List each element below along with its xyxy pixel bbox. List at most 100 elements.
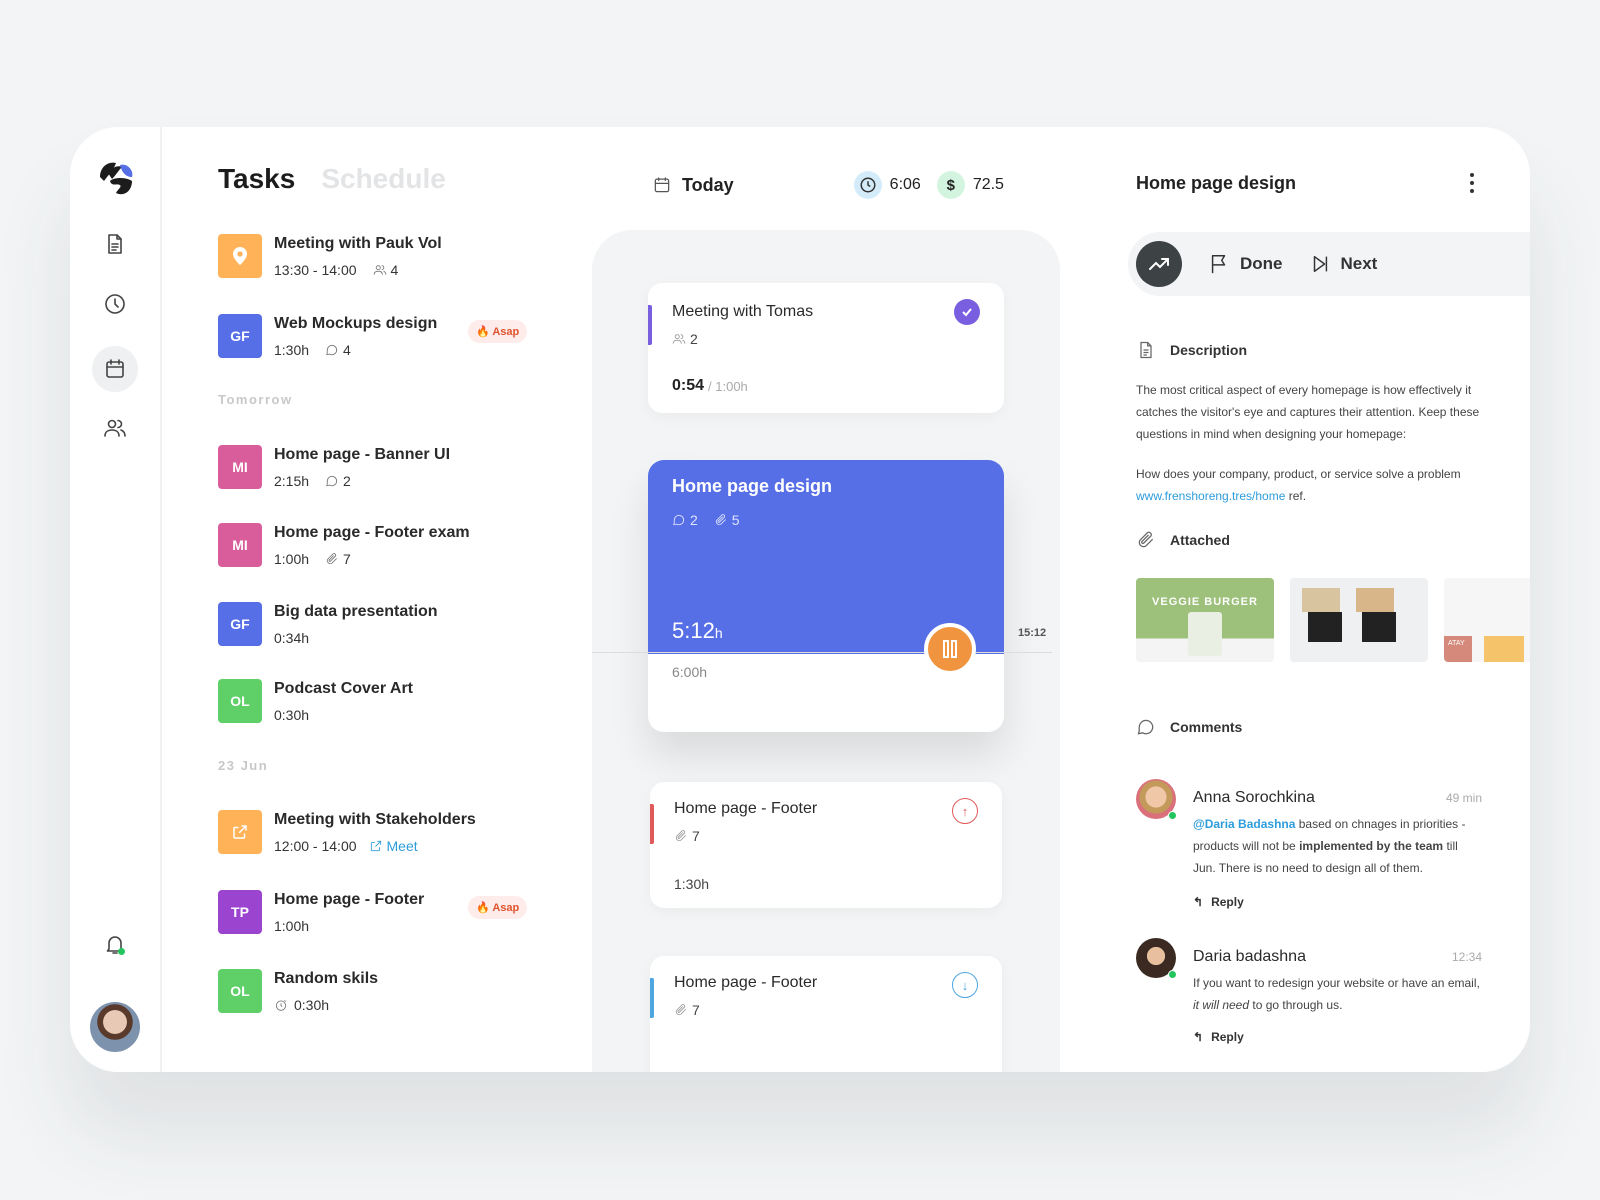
task-item[interactable]: MI Home page - Banner UI 2:15h 2 <box>218 445 538 489</box>
task-badge: OL <box>218 969 262 1013</box>
tab-schedule[interactable]: Schedule <box>321 163 445 195</box>
comment-count: 4 <box>343 342 351 358</box>
schedule-card[interactable]: Home page - Footer 7 ↓ <box>650 956 1002 1072</box>
task-badge: GF <box>218 602 262 646</box>
task-time: 12:00 - 14:00 <box>274 838 357 854</box>
meet-link[interactable]: Meet <box>369 838 418 854</box>
time-stat: 6:06 <box>853 171 921 199</box>
online-indicator <box>1168 811 1177 820</box>
mention-link[interactable]: @Daria Badashna <box>1193 817 1295 831</box>
user-avatar[interactable] <box>90 1002 140 1052</box>
tabs: Tasks Schedule <box>218 163 446 195</box>
elapsed-time: 0:54 <box>672 377 705 394</box>
task-title: Home page - Footer exam <box>274 524 470 541</box>
sidebar-nav <box>70 127 162 1072</box>
task-item[interactable]: GF Big data presentation 0:34h <box>218 602 538 646</box>
comment-icon <box>673 514 685 526</box>
card-accent <box>648 305 652 345</box>
pause-button[interactable] <box>924 623 976 675</box>
schedule-card[interactable]: Home page - Footer 7 1:30h ↑ <box>650 782 1002 908</box>
task-duration: 1:00h <box>274 918 310 934</box>
attachment-count: 7 <box>343 551 351 567</box>
schedule-card[interactable]: Meeting with Tomas 2 0:54/ 1:00h <box>648 283 1004 413</box>
paperclip-icon <box>326 553 338 565</box>
elapsed-time: 5:12h <box>672 618 723 643</box>
clock-icon <box>105 294 125 314</box>
card-duration: 1:30h <box>674 876 710 892</box>
reply-button[interactable]: ↰ Reply <box>1193 1030 1244 1044</box>
location-pin-icon <box>233 247 247 265</box>
description-text: The most critical aspect of every homepa… <box>1136 383 1480 503</box>
task-title: Meeting with Pauk Vol <box>274 235 442 252</box>
dollar-icon: $ <box>936 171 965 199</box>
description-header: Description <box>1136 340 1247 360</box>
comment-count: 2 <box>343 473 351 489</box>
today-button[interactable]: Today <box>652 175 734 196</box>
notifications-button[interactable] <box>92 921 138 967</box>
trend-button[interactable] <box>1136 241 1182 287</box>
asap-tag: 🔥 Asap <box>468 320 528 343</box>
next-button[interactable]: Next <box>1309 253 1377 275</box>
task-duration: 0:34h <box>274 630 310 646</box>
section-label-tomorrow: Tomorrow <box>218 392 293 407</box>
task-item[interactable]: TP Home page - Footer 1:00h 🔥 Asap <box>218 890 538 934</box>
document-icon <box>1140 341 1152 359</box>
comment-icon <box>1137 719 1154 735</box>
external-link-icon <box>233 825 247 839</box>
task-duration: 2:15h <box>274 473 310 489</box>
reply-button[interactable]: ↰ Reply <box>1193 895 1244 909</box>
task-badge: GF <box>218 314 262 358</box>
check-icon[interactable] <box>954 299 980 325</box>
current-time-label: 15:12 <box>1018 627 1047 639</box>
task-title: Home page - Footer <box>274 891 425 908</box>
attachment-thumbnail[interactable] <box>1290 578 1428 662</box>
task-item[interactable]: GF Web Mockups design 1:30h 4 🔥 Asap <box>218 314 538 358</box>
section-label-date: 23 Jun <box>218 758 269 773</box>
task-title: Podcast Cover Art <box>274 680 413 697</box>
document-icon <box>108 234 122 254</box>
timer-icon <box>275 1000 287 1011</box>
users-icon <box>373 265 386 275</box>
calendar-icon <box>654 177 670 193</box>
attachment-thumbnail[interactable]: VEGGIE BURGER <box>1136 578 1274 662</box>
description-link[interactable]: www.frenshoreng.tres/home <box>1136 489 1285 503</box>
comment-time: 12:34 <box>1451 950 1482 964</box>
comments-header: Comments <box>1136 717 1242 737</box>
users-icon <box>672 334 686 344</box>
pause-icon <box>943 640 957 658</box>
task-item[interactable]: Meeting with Pauk Vol 13:30 - 14:00 4 <box>218 234 538 278</box>
current-time-line <box>592 652 1052 653</box>
asap-tag: 🔥 Asap <box>468 896 528 919</box>
task-item[interactable]: MI Home page - Footer exam 1:00h 7 <box>218 523 538 567</box>
task-time: 13:30 - 14:00 <box>274 262 357 278</box>
logo-icon[interactable] <box>96 159 136 197</box>
priority-down-icon[interactable]: ↓ <box>952 972 978 998</box>
users-icon <box>104 419 126 437</box>
task-item[interactable]: OL Random skils 0:30h <box>218 969 538 1013</box>
tasks-panel: Tasks Schedule Meeting with Pauk Vol 13:… <box>218 127 588 1072</box>
card-title: Meeting with Tomas <box>672 303 814 320</box>
task-title: Big data presentation <box>274 603 438 620</box>
nav-calendar[interactable] <box>92 346 138 392</box>
priority-up-icon[interactable]: ↑ <box>952 798 978 824</box>
task-item[interactable]: Meeting with Stakeholders 12:00 - 14:00 … <box>218 810 538 854</box>
task-item[interactable]: OL Podcast Cover Art 0:30h <box>218 679 538 723</box>
paperclip-icon <box>1138 531 1154 548</box>
done-button[interactable]: Done <box>1208 253 1283 275</box>
commenter-name: Daria badashna <box>1193 948 1306 965</box>
nav-time[interactable] <box>92 281 138 327</box>
app-window: Tasks Schedule Meeting with Pauk Vol 13:… <box>70 127 1530 1072</box>
attachment-thumbnail[interactable]: ATAY <box>1444 578 1530 662</box>
more-menu-icon[interactable] <box>1466 171 1478 195</box>
action-bar: Done Next <box>1128 232 1530 296</box>
money-stat: $ 72.5 <box>936 171 1004 199</box>
tab-tasks[interactable]: Tasks <box>218 163 295 195</box>
flag-icon <box>1211 255 1226 274</box>
task-duration: 1:30h <box>274 342 310 358</box>
paperclip-icon <box>715 514 726 526</box>
total-time: 6:00h <box>672 664 708 680</box>
nav-team[interactable] <box>92 405 138 451</box>
nav-documents[interactable] <box>92 221 138 267</box>
task-badge <box>218 234 262 278</box>
active-task-card[interactable]: Home page design 2 5 5:12h 6:00h <box>648 460 1004 732</box>
